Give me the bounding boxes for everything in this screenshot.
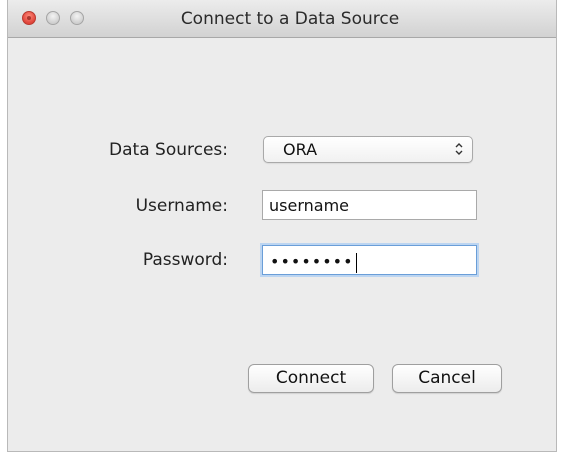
text-caret (355, 252, 357, 273)
connect-button[interactable]: Connect (248, 364, 374, 393)
password-input[interactable]: •••••••• (262, 245, 477, 275)
username-label: Username: (135, 196, 228, 216)
title-bar[interactable]: Connect to a Data Source (8, 0, 556, 38)
window-title: Connect to a Data Source (180, 9, 400, 29)
password-label: Password: (142, 250, 228, 270)
password-masked-value: •••••••• (270, 248, 357, 276)
data-sources-label: Data Sources: (109, 140, 228, 160)
username-input[interactable] (262, 190, 477, 220)
up-down-chevron-icon (455, 143, 463, 155)
data-sources-selected-value: ORA (283, 140, 318, 159)
cancel-button[interactable]: Cancel (392, 364, 502, 393)
data-sources-select[interactable]: ORA (263, 136, 473, 163)
dialog-window: Connect to a Data Source Data Sources: O… (7, 0, 557, 452)
